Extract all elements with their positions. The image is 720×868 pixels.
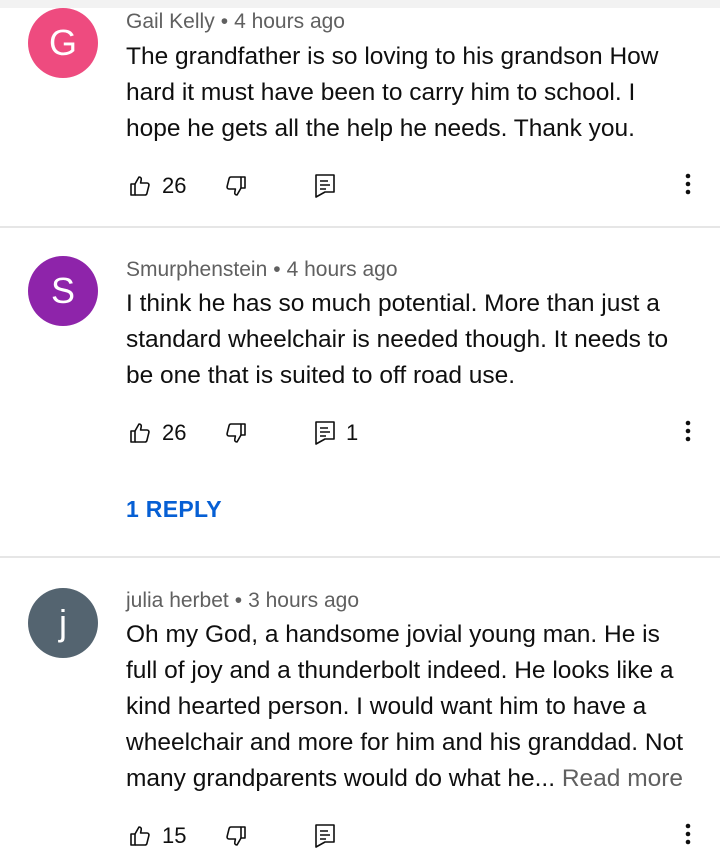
- more-vertical-icon: [685, 419, 691, 448]
- meta-separator: •: [273, 258, 281, 281]
- like-button[interactable]: 26: [128, 413, 186, 453]
- comment-text: The grandfather is so loving to his gran…: [126, 43, 659, 142]
- comment-text: Oh my God, a handsome jovial young man. …: [126, 617, 696, 797]
- reply-count: 1: [346, 420, 359, 445]
- like-count: 15: [162, 823, 187, 848]
- comment-text: I think he has so much potential. More t…: [126, 290, 669, 389]
- comment-icon: [314, 173, 336, 199]
- more-options-button[interactable]: [676, 816, 700, 856]
- comment-time[interactable]: 4 hours ago: [287, 258, 398, 281]
- avatar[interactable]: j: [28, 588, 98, 658]
- dislike-button[interactable]: [224, 816, 248, 856]
- avatar-letter: G: [48, 22, 77, 63]
- author-name[interactable]: julia herbet: [126, 589, 229, 612]
- thumbs-down-icon: [224, 174, 248, 198]
- reply-button[interactable]: [314, 816, 346, 856]
- comment-time[interactable]: 3 hours ago: [248, 589, 359, 612]
- meta-separator: •: [234, 589, 243, 612]
- avatar[interactable]: S: [28, 256, 98, 326]
- author-name[interactable]: Smurphenstein: [126, 258, 267, 281]
- avatar-letter: S: [50, 270, 75, 311]
- view-replies-link[interactable]: 1 REPLY: [126, 496, 222, 523]
- comment-icon: [314, 420, 336, 446]
- like-count: 26: [162, 173, 187, 198]
- like-button[interactable]: 15: [128, 816, 186, 856]
- like-count: 26: [162, 420, 187, 445]
- comment-divider: [0, 226, 720, 228]
- read-more-link[interactable]: Read more: [562, 765, 683, 792]
- avatar-letter: j: [59, 602, 67, 643]
- more-vertical-icon: [685, 172, 691, 201]
- thumbs-up-icon: [128, 824, 152, 848]
- comment-meta: Gail Kelly • 4 hours ago: [126, 10, 345, 34]
- reply-button[interactable]: [314, 166, 346, 206]
- more-options-button[interactable]: [676, 166, 700, 206]
- reply-button[interactable]: 1: [314, 413, 358, 453]
- dislike-button[interactable]: [224, 166, 248, 206]
- thumbs-down-icon: [224, 824, 248, 848]
- comment-icon: [314, 823, 336, 849]
- comment-time[interactable]: 4 hours ago: [234, 10, 345, 33]
- comment-divider: [0, 556, 720, 558]
- more-vertical-icon: [685, 822, 691, 851]
- thumbs-up-icon: [128, 421, 152, 445]
- comment-meta: julia herbet • 3 hours ago: [126, 589, 359, 613]
- like-button[interactable]: 26: [128, 166, 186, 206]
- thumbs-down-icon: [224, 421, 248, 445]
- author-name[interactable]: Gail Kelly: [126, 10, 215, 33]
- comment-meta: Smurphenstein • 4 hours ago: [126, 258, 398, 282]
- more-options-button[interactable]: [676, 413, 700, 453]
- comment-actions: 26: [126, 166, 720, 206]
- top-edge-shadow: [0, 0, 720, 8]
- dislike-button[interactable]: [224, 413, 248, 453]
- avatar[interactable]: G: [28, 8, 98, 78]
- meta-separator: •: [220, 10, 229, 33]
- comment-actions: 15: [126, 816, 720, 856]
- thumbs-up-icon: [128, 174, 152, 198]
- comment-actions: 26 1: [126, 413, 720, 453]
